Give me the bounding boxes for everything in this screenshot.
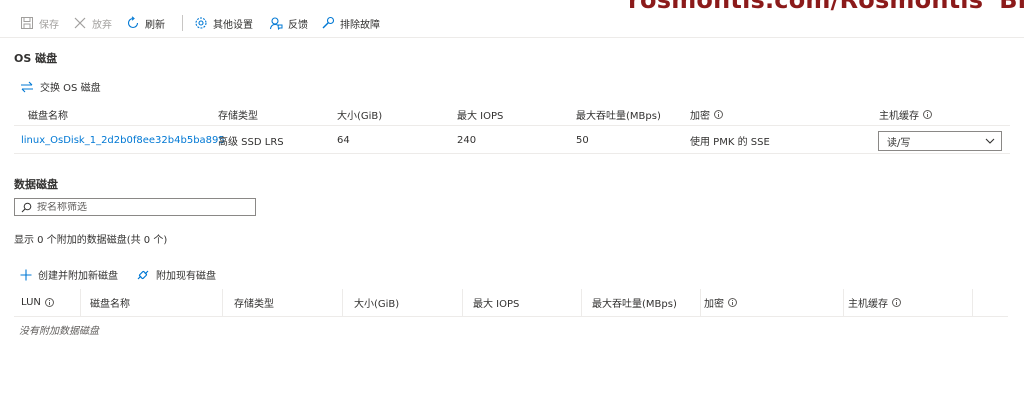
table-row: linux_OsDisk_1_2d2b0f8ee32b4b5ba895 高级 S… xyxy=(14,128,1010,154)
troubleshoot-label: 排除故障 xyxy=(340,19,380,31)
info-icon[interactable] xyxy=(892,298,901,307)
gear-icon xyxy=(195,17,207,29)
column-header-encryption: 加密 xyxy=(690,104,723,125)
command-bar: 保存 放弃 刷新 其他设置 反馈 排除故障 xyxy=(0,0,1024,38)
link-icon xyxy=(137,270,149,279)
os-disk-storage-type: 高级 SSD LRS xyxy=(218,137,284,148)
encryption-header-label: 加密 xyxy=(704,299,724,310)
save-label: 保存 xyxy=(39,19,59,31)
data-disks-title: 数据磁盘 xyxy=(14,178,58,191)
column-divider xyxy=(462,289,463,317)
save-button[interactable]: 保存 xyxy=(20,14,59,32)
column-header-host-cache: 主机缓存 xyxy=(879,104,932,125)
column-header-encryption: 加密 xyxy=(704,289,737,316)
info-icon[interactable] xyxy=(728,298,737,307)
other-settings-button[interactable]: 其他设置 xyxy=(194,14,253,32)
host-cache-dropdown[interactable]: 读/写 xyxy=(878,131,1002,151)
info-icon[interactable] xyxy=(714,110,723,119)
os-disk-name-link[interactable]: linux_OsDisk_1_2d2b0f8ee32b4b5ba895 xyxy=(21,128,225,153)
save-icon xyxy=(21,17,33,29)
plus-icon xyxy=(20,269,32,280)
swap-icon xyxy=(21,81,33,92)
close-icon xyxy=(74,17,86,29)
discard-label: 放弃 xyxy=(92,19,112,31)
info-icon[interactable] xyxy=(923,110,932,119)
swap-os-disk-label: 交换 OS 磁盘 xyxy=(40,83,101,94)
column-divider xyxy=(972,289,973,317)
data-disk-count-text: 显示 0 个附加的数据磁盘(共 0 个) xyxy=(14,235,168,246)
column-divider xyxy=(700,289,701,317)
column-header-iops: 最大 IOPS xyxy=(457,111,504,122)
host-cache-header-label: 主机缓存 xyxy=(848,299,888,310)
discard-button[interactable]: 放弃 xyxy=(73,14,112,32)
search-icon xyxy=(21,202,32,212)
filter-input[interactable] xyxy=(37,201,237,213)
attach-existing-disk-label: 附加现有磁盘 xyxy=(156,271,216,282)
column-header-throughput: 最大吞吐量(MBps) xyxy=(576,111,661,122)
attach-existing-disk-button[interactable]: 附加现有磁盘 xyxy=(136,267,216,282)
column-header-iops: 最大 IOPS xyxy=(473,299,520,310)
column-divider xyxy=(843,289,844,317)
refresh-label: 刷新 xyxy=(145,19,165,31)
empty-state-text: 没有附加数据磁盘 xyxy=(19,326,99,337)
column-header-storage-type: 存储类型 xyxy=(234,299,274,310)
column-divider xyxy=(222,289,223,317)
lun-header-label: LUN xyxy=(21,297,41,308)
create-attach-disk-label: 创建并附加新磁盘 xyxy=(38,271,118,282)
troubleshoot-button[interactable]: 排除故障 xyxy=(321,14,380,32)
column-divider xyxy=(80,289,81,317)
column-header-host-cache: 主机缓存 xyxy=(848,289,901,316)
swap-os-disk-button[interactable]: 交换 OS 磁盘 xyxy=(20,79,101,94)
wrench-icon xyxy=(322,16,335,29)
column-header-name: 磁盘名称 xyxy=(90,299,130,310)
column-header-throughput: 最大吞吐量(MBps) xyxy=(592,299,677,310)
toolbar-divider xyxy=(182,15,183,31)
feedback-icon xyxy=(269,17,283,30)
os-disk-table-header: 磁盘名称 存储类型 大小(GiB) 最大 IOPS 最大吞吐量(MBps) 加密… xyxy=(14,104,1010,126)
info-icon[interactable] xyxy=(44,298,54,307)
other-settings-label: 其他设置 xyxy=(213,19,253,31)
data-disk-table-header: LUN 磁盘名称 存储类型 大小(GiB) 最大 IOPS 最大吞吐量(MBps… xyxy=(14,289,1008,317)
refresh-button[interactable]: 刷新 xyxy=(126,14,165,32)
feedback-button[interactable]: 反馈 xyxy=(269,14,308,32)
encryption-header-label: 加密 xyxy=(690,111,710,122)
host-cache-header-label: 主机缓存 xyxy=(879,111,919,122)
column-header-name: 磁盘名称 xyxy=(28,111,68,122)
column-divider xyxy=(581,289,582,317)
create-attach-disk-button[interactable]: 创建并附加新磁盘 xyxy=(20,267,118,282)
host-cache-selected-value: 读/写 xyxy=(887,137,911,149)
feedback-label: 反馈 xyxy=(288,19,308,31)
chevron-down-icon xyxy=(985,138,995,144)
os-disk-title: OS 磁盘 xyxy=(14,52,58,65)
column-header-size: 大小(GiB) xyxy=(354,299,400,310)
column-header-storage-type: 存储类型 xyxy=(218,111,258,122)
os-disk-iops: 240 xyxy=(457,135,477,146)
refresh-icon xyxy=(127,16,139,29)
os-disk-encryption: 使用 PMK 的 SSE xyxy=(690,137,770,148)
os-disk-throughput: 50 xyxy=(576,135,589,146)
column-divider xyxy=(342,289,343,317)
filter-by-name-field[interactable] xyxy=(14,198,256,216)
column-header-lun: LUN xyxy=(21,289,54,316)
column-header-size: 大小(GiB) xyxy=(337,111,383,122)
os-disk-size: 64 xyxy=(337,135,350,146)
